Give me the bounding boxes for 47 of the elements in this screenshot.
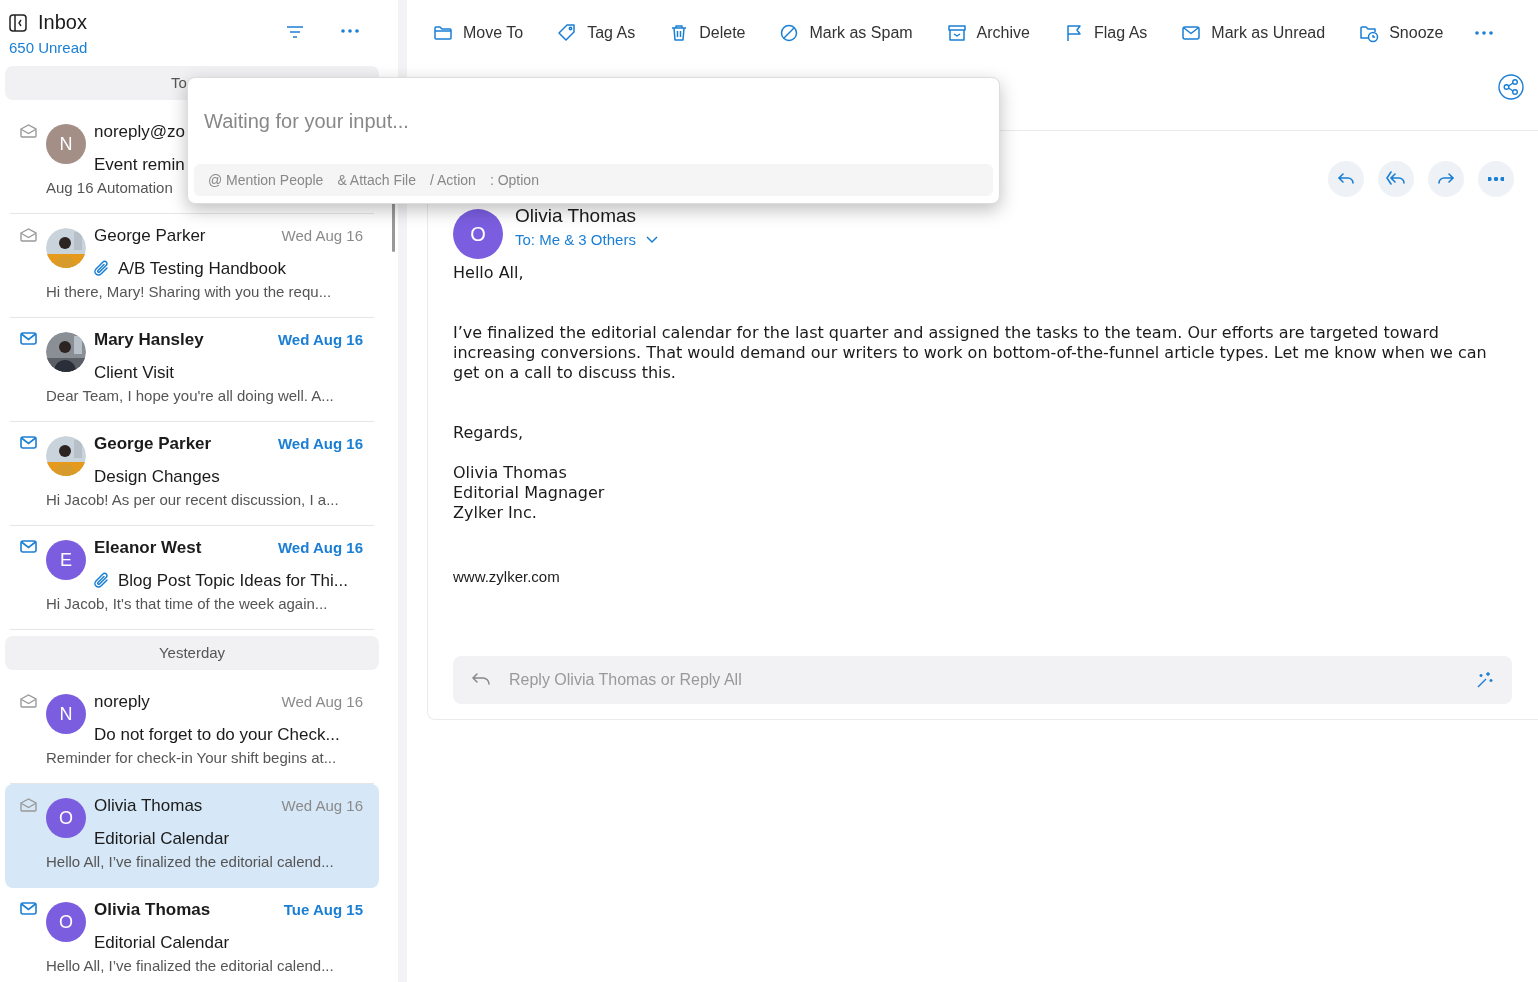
mail-date: Tue Aug 15 bbox=[283, 901, 363, 918]
avatar: O bbox=[46, 798, 86, 838]
mail-subject: Editorial Calendar bbox=[94, 933, 230, 953]
mail-date: Wed Aug 16 bbox=[278, 331, 363, 348]
avatar: N bbox=[46, 124, 86, 164]
mail-preview: Reminder for check-in Your shift begins at... bbox=[46, 749, 337, 766]
sender-name: Olivia Thomas bbox=[94, 796, 203, 816]
avatar: O bbox=[46, 902, 86, 942]
sender-name: noreply@zo bbox=[94, 122, 185, 142]
sender-name: Olivia Thomas bbox=[515, 205, 638, 227]
mail-subject: Editorial Calendar bbox=[94, 829, 230, 849]
sender-name: Eleanor West bbox=[94, 538, 202, 558]
website-text: www.zylker.com bbox=[453, 567, 561, 587]
signature-line: Olivia Thomas bbox=[453, 463, 568, 483]
mail-preview: Hello All, I’ve finalized the editorial calend... bbox=[46, 853, 334, 870]
sender-name: Mary Hansley bbox=[94, 330, 204, 350]
mail-date: Wed Aug 16 bbox=[278, 539, 363, 556]
signature-line: Editorial Magnager bbox=[453, 483, 606, 503]
mail-date: Wed Aug 16 bbox=[281, 797, 363, 814]
mail-preview: Hi Jacob, It's that time of the week again... bbox=[46, 595, 328, 612]
mail-subject: A/B Testing Handbook bbox=[118, 259, 286, 279]
mail-preview: Hello All, I’ve finalized the editorial calend... bbox=[46, 957, 334, 974]
mail-preview: Dear Team, I hope you're all doing well. A... bbox=[46, 387, 334, 404]
body-paragraph: Regards, bbox=[453, 423, 525, 443]
mail-preview: Aug 16 Automation bbox=[46, 179, 173, 196]
mail-date: Wed Aug 16 bbox=[278, 435, 363, 452]
mail-preview: Hi Jacob! As per our recent discussion, I a... bbox=[46, 491, 339, 508]
mail-subject: Event remin bbox=[94, 155, 185, 175]
signature-line: Zylker Inc. bbox=[453, 503, 538, 523]
sender-avatar: O bbox=[453, 209, 503, 259]
mail-date: Wed Aug 16 bbox=[281, 227, 363, 244]
avatar: N bbox=[46, 694, 86, 734]
mail-subject: Client Visit bbox=[94, 363, 174, 383]
body-paragraph: I’ve finalized the editorial calendar for the last quarter and assigned the tasks to the team. Our efforts are targeted toward increasing conversions. That would demand our writers to work on bottom-of-the-funnel article types. Let me know when we can get on a call to discuss this. bbox=[453, 323, 1488, 383]
mail-preview: Hi there, Mary! Sharing with you the requ... bbox=[46, 283, 332, 300]
date-group-header: Yesterday bbox=[5, 636, 379, 670]
mail-subject: Design Changes bbox=[94, 467, 220, 487]
mail-date: Wed Aug 16 bbox=[281, 693, 363, 710]
folder-title: Inbox bbox=[38, 11, 87, 34]
mail-subject: Blog Post Topic Ideas for Thi... bbox=[118, 571, 348, 591]
sender-name: noreply bbox=[94, 692, 150, 712]
sender-name: Olivia Thomas bbox=[94, 900, 211, 920]
body-paragraph: Hello All, bbox=[453, 263, 525, 283]
sender-name: George Parker bbox=[94, 226, 206, 246]
mail-subject: Do not forget to do your Check... bbox=[94, 725, 340, 745]
sender-name: George Parker bbox=[94, 434, 212, 454]
avatar: E bbox=[46, 540, 86, 580]
